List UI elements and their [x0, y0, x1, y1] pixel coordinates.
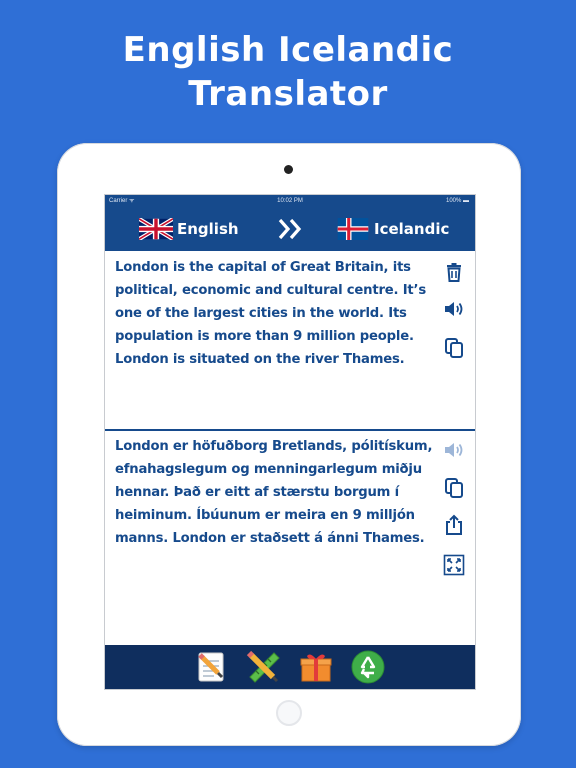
camera-dot — [284, 165, 293, 174]
headline-line-1: English Icelandic — [122, 30, 454, 70]
status-bar: Carrier ᯤ 10:02 PM 100% ▬ — [105, 195, 475, 207]
app-screen: Carrier ᯤ 10:02 PM 100% ▬ English Icelan… — [104, 194, 476, 690]
headline-line-2: Translator — [188, 74, 388, 114]
gift-icon[interactable] — [298, 649, 334, 685]
source-language-label: English — [177, 220, 239, 238]
share-icon[interactable] — [443, 514, 465, 536]
copy-icon[interactable] — [443, 337, 465, 359]
fullscreen-icon[interactable] — [443, 554, 465, 576]
promo-headline: English Icelandic Translator — [0, 28, 576, 116]
source-language-button[interactable]: English — [139, 217, 239, 241]
direction-arrows-icon[interactable] — [277, 218, 305, 240]
speaker-icon[interactable] — [443, 439, 465, 461]
pane-divider — [105, 429, 475, 431]
speaker-icon[interactable] — [443, 298, 465, 320]
uk-flag-icon — [139, 218, 173, 240]
language-bar: English Icelandic — [105, 207, 475, 251]
trash-icon[interactable] — [443, 261, 465, 283]
battery-label: 100% ▬ — [445, 198, 469, 204]
notepad-pencil-icon[interactable] — [194, 649, 230, 685]
recycle-icon[interactable] — [350, 649, 386, 685]
target-language-label: Icelandic — [374, 220, 450, 238]
bottom-toolbar — [105, 645, 475, 689]
status-time: 10:02 PM — [277, 198, 303, 204]
copy-icon[interactable] — [443, 477, 465, 499]
iceland-flag-icon — [337, 218, 369, 240]
ruler-pencil-icon[interactable] — [246, 649, 282, 685]
target-language-button[interactable]: Icelandic — [336, 217, 449, 241]
source-text-area[interactable]: London is the capital of Great Britain, … — [115, 256, 433, 371]
translated-text-area: London er höfuðborg Bretlands, pólitísku… — [115, 439, 433, 546]
home-button — [276, 700, 302, 726]
